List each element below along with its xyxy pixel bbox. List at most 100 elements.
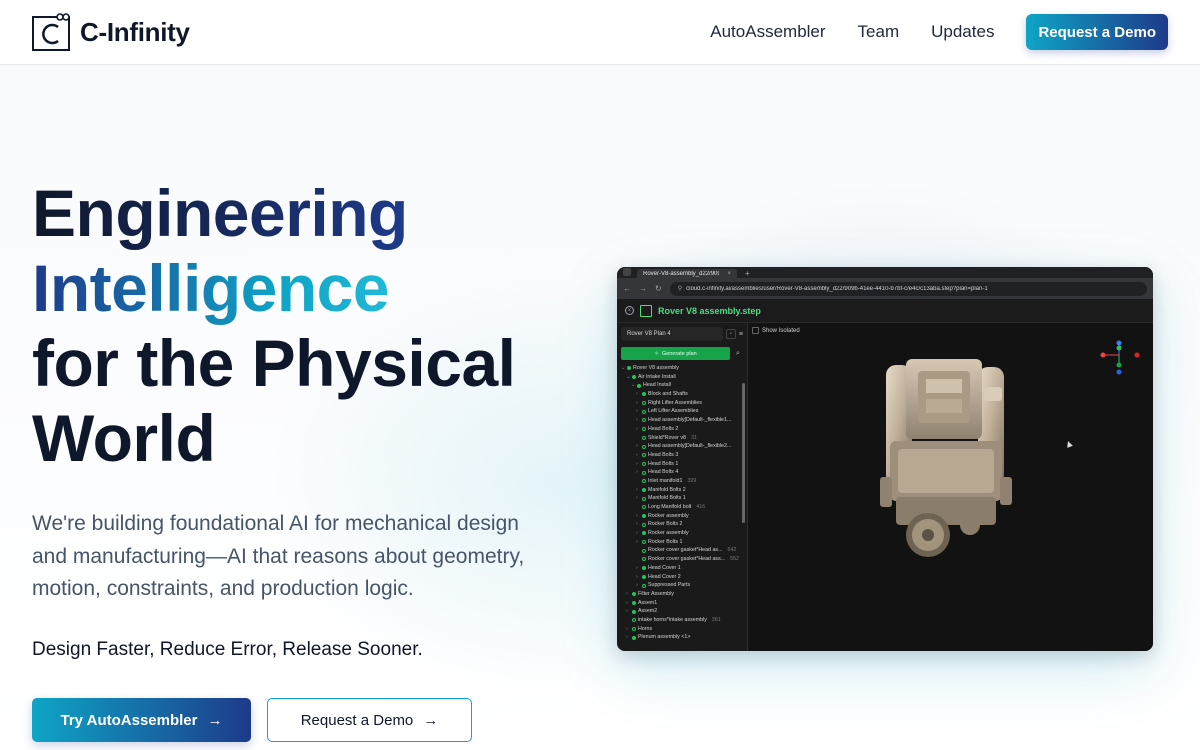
url-text: cloud.c-infinity.ai/assemblies/user/Rove… [686,285,988,292]
chevron-right-icon: › [636,469,638,476]
assembly-tree: ⌄ Rover V8 assembly ⌄ Air Intake Install ⌄ He… [621,364,743,642]
tree-item-label: Horns [638,625,653,632]
tree-item-label: Air Intake Install [638,373,676,380]
part-status-icon [642,531,646,536]
nav-link-updates[interactable]: Updates [931,22,994,42]
tree-item-label: Filter Assembly [638,590,674,597]
brand[interactable]: C-Infinity [32,13,190,51]
chevron-right-icon: › [636,512,638,519]
show-isolated-toggle: Show Isolated [752,327,800,334]
part-status-icon [627,366,631,371]
part-status-icon [632,609,636,614]
part-status-icon [642,401,646,406]
back-icon: ← [623,284,631,293]
tree-item: › Rocker assembly [621,529,743,538]
part-status-icon [642,435,646,440]
tree-item-count: 416 [696,504,706,510]
part-status-icon [642,461,646,466]
plan-select: Rover V8 Plan 4 [621,327,723,341]
search-icon: ⌕ [736,349,740,357]
sidebar-scrollbar [742,383,745,523]
copy-icon: ▫ [725,329,736,339]
part-status-icon [637,383,641,388]
tree-item: ⌄ Air Intake Install [621,373,743,382]
generate-plan-button: ✧ Generate plan [621,347,730,360]
request-demo-hero-button[interactable]: Request a Demo → [267,698,472,742]
new-tab-icon: + [745,269,750,278]
tree-item-label: Rocker cover gasket*Head ass... [648,556,726,563]
chevron-down-icon: ⌄ [621,365,626,371]
tree-item-label: Head Bolts 4 [648,469,679,476]
tree-item-label: Head Cover 1 [648,564,681,571]
tab-title: Rover-V8-assembly_d22/909b- [643,270,719,277]
reload-icon: ↻ [655,284,662,293]
tree-item-label: Rocker cover gasket*Head as... [648,547,723,554]
generate-plan-label: Generate plan [661,350,697,357]
url-field: ⚲ cloud.c-infinity.ai/assemblies/user/Ro… [669,281,1147,296]
browser-tab-bar: Rover-V8-assembly_d22/909b- × + [617,267,1153,278]
tree-item-label: Head Cover 2 [648,573,681,580]
nav-link-team[interactable]: Team [858,22,900,42]
part-status-icon [632,592,636,597]
chevron-right-icon: › [626,590,628,597]
tree-item-count: 399 [687,477,697,484]
tree-item-label: Rover V8 assembly [633,365,679,371]
v8-engine-model [880,359,1012,557]
tree-item: › Head Bolts 4 [621,468,743,477]
hero-tagline: Design Faster, Reduce Error, Release Soo… [32,639,423,660]
axis-gizmo-icon [1100,340,1140,375]
part-status-icon [642,574,646,579]
tree-item: › Rocker assembly [621,512,743,521]
part-status-icon [642,487,646,492]
tree-item-label: Head assembly[Default-_flexible1... [648,417,732,424]
request-demo-label: Request a Demo [300,711,414,729]
part-status-icon [642,496,646,501]
hero-lead-paragraph: We're building foundational AI for mecha… [32,512,525,600]
chevron-right-icon: › [626,625,628,632]
tree-item-label: Rocker assembly [648,512,689,519]
headline-line-4: World [32,401,216,475]
part-status-icon [642,479,646,484]
chevron-right-icon: › [626,599,628,606]
chevron-right-icon: › [636,408,638,415]
tree-item-label: Manifold Bolts 2 [648,486,686,493]
chevron-right-icon: › [636,417,638,424]
menu-icon: ≡ [738,330,743,338]
tree-item: › Right Lifter Assemblies [621,399,743,408]
chevron-right-icon: › [626,634,628,641]
part-status-icon [632,635,636,640]
tree-item: › Left Lifter Assemblies [621,407,743,416]
tree-item: › Filter Assembly [621,590,743,599]
try-autoassembler-label: Try AutoAssembler [60,711,198,729]
headline-line-1: Engineering [32,176,408,250]
tree-item: › Rocker Bolts 1 [621,538,743,547]
part-status-icon [642,444,646,449]
app-logo-icon [640,304,652,317]
request-demo-nav-button[interactable]: Request a Demo [1026,14,1168,50]
tree-item: › Horns [621,625,743,634]
tree-item: › Head Bolts 2 [621,425,743,434]
tree-item: › Head Bolts 1 [621,460,743,469]
top-navbar: C-Infinity AutoAssembler Team Updates Re… [0,0,1200,65]
tree-item: › Rocker Bolts 2 [621,520,743,529]
part-status-icon [642,540,646,545]
chevron-right-icon: › [636,391,638,398]
part-status-icon [632,600,636,605]
nav-link-autoassembler[interactable]: AutoAssembler [710,22,825,42]
file-name: Rover V8 assembly.step [658,305,761,316]
try-autoassembler-button[interactable]: Try AutoAssembler → [32,698,251,742]
headline-line-3: for the Physical [32,326,516,400]
chevron-right-icon: › [636,399,638,406]
tree-item-label: Suppressed Parts [648,582,691,589]
tree-item: › Manifold Bolts 1 [621,494,743,503]
arrow-right-icon: → [207,711,223,729]
checkbox-icon [752,327,759,334]
part-status-icon [642,470,646,475]
brand-name: C-Infinity [80,16,190,47]
part-status-icon [642,418,646,423]
tree-item-label: Head Bolts 1 [648,460,679,467]
sparkle-icon: ✧ [654,350,659,357]
chevron-right-icon: › [636,582,638,589]
tree-item-count: 552 [730,556,739,563]
chevron-right-icon: › [626,608,628,615]
